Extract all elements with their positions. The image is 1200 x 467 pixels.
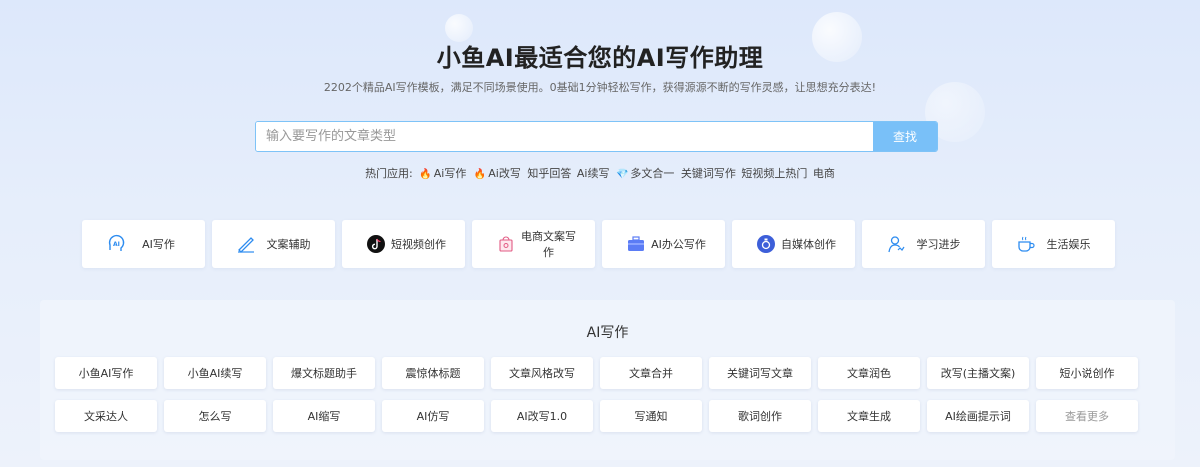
briefcase-icon bbox=[626, 234, 646, 254]
tool-button[interactable]: 短小说创作 bbox=[1036, 357, 1138, 389]
section-title: AI写作 bbox=[586, 325, 629, 341]
media-icon bbox=[756, 234, 776, 254]
shop-icon bbox=[496, 234, 516, 254]
search-bar: 查找 bbox=[255, 121, 938, 152]
hot-app-link[interactable]: 🔥 Ai写作 bbox=[418, 167, 467, 180]
category-short-video[interactable]: 短视频创作 bbox=[342, 220, 465, 268]
tool-button[interactable]: 文章润色 bbox=[818, 357, 920, 389]
hot-app-link[interactable]: 🔥 Ai改写 bbox=[473, 167, 522, 180]
category-office[interactable]: AI办公写作 bbox=[602, 220, 725, 268]
tiktok-icon bbox=[366, 234, 386, 254]
tool-button[interactable]: 怎么写 bbox=[164, 400, 266, 432]
person-icon bbox=[886, 234, 906, 254]
category-self-media[interactable]: 自媒体创作 bbox=[732, 220, 855, 268]
tool-button[interactable]: AI缩写 bbox=[273, 400, 375, 432]
category-copy-assist[interactable]: 文案辅助 bbox=[212, 220, 335, 268]
tool-button[interactable]: 小鱼AI写作 bbox=[55, 357, 157, 389]
tool-button[interactable]: 文章合并 bbox=[600, 357, 702, 389]
tool-button[interactable]: 改写(主播文案) bbox=[927, 357, 1029, 389]
hot-app-link[interactable]: 知乎回答 bbox=[527, 167, 571, 180]
hot-apps-bar: 热门应用: 🔥 Ai写作 🔥 Ai改写 知乎回答 Ai续写 💎 多文合一 关键词写作 … bbox=[0, 165, 1200, 181]
tool-button[interactable]: 写通知 bbox=[600, 400, 702, 432]
category-study[interactable]: 学习进步 bbox=[862, 220, 985, 268]
hot-app-link[interactable]: 💎 多文合一 bbox=[615, 167, 675, 180]
hot-app-link[interactable]: 关键词写作 bbox=[681, 167, 736, 180]
search-button[interactable]: 查找 bbox=[873, 122, 937, 151]
tools-panel: AI写作 小鱼AI写作 小鱼AI续写 爆文标题助手 震惊体标题 文章风格改写 文… bbox=[40, 300, 1175, 460]
page-subtitle: 2202个精品AI写作模板，满足不同场景使用。0基础1分钟轻松写作，获得源源不断… bbox=[323, 81, 877, 94]
search-input[interactable] bbox=[256, 122, 873, 151]
category-life[interactable]: 生活娱乐 bbox=[992, 220, 1115, 268]
tool-button[interactable]: AI改写1.0 bbox=[491, 400, 593, 432]
tool-button[interactable]: AI绘画提示词 bbox=[927, 400, 1029, 432]
cup-icon bbox=[1016, 234, 1036, 254]
tool-button[interactable]: 文采达人 bbox=[55, 400, 157, 432]
hot-apps-label: 热门应用: bbox=[365, 167, 413, 180]
fire-icon: 🔥 bbox=[473, 169, 487, 180]
hot-app-link[interactable]: 电商 bbox=[813, 167, 835, 180]
svg-text:AI: AI bbox=[113, 241, 120, 248]
category-ecommerce[interactable]: 电商文案写作 bbox=[472, 220, 595, 268]
ai-head-icon: AI bbox=[106, 234, 126, 254]
hot-app-link[interactable]: 短视频上热门 bbox=[741, 167, 807, 180]
tool-button[interactable]: 小鱼AI续写 bbox=[164, 357, 266, 389]
tool-button[interactable]: 文章风格改写 bbox=[491, 357, 593, 389]
pen-icon bbox=[236, 234, 256, 254]
category-ai-writing[interactable]: AI AI写作 bbox=[82, 220, 205, 268]
tool-button[interactable]: 关键词写文章 bbox=[709, 357, 811, 389]
tool-button[interactable]: 爆文标题助手 bbox=[273, 357, 375, 389]
tool-button[interactable]: 震惊体标题 bbox=[382, 357, 484, 389]
diamond-icon: 💎 bbox=[615, 169, 629, 180]
fire-icon: 🔥 bbox=[419, 169, 432, 180]
hot-app-link[interactable]: Ai续写 bbox=[577, 167, 610, 180]
tools-grid: 小鱼AI写作 小鱼AI续写 爆文标题助手 震惊体标题 文章风格改写 文章合并 关… bbox=[55, 357, 1138, 432]
category-tabs: AI AI写作 文案辅助 短视频创作 电商文案写作 AI办公写作 自媒体创作 学… bbox=[82, 220, 1115, 268]
tool-button[interactable]: AI仿写 bbox=[382, 400, 484, 432]
tool-button[interactable]: 文章生成 bbox=[818, 400, 920, 432]
tool-button[interactable]: 歌词创作 bbox=[709, 400, 811, 432]
view-more-button[interactable]: 查看更多 bbox=[1036, 400, 1138, 432]
page-title: 小鱼AI最适合您的AI写作助理 bbox=[436, 44, 764, 72]
